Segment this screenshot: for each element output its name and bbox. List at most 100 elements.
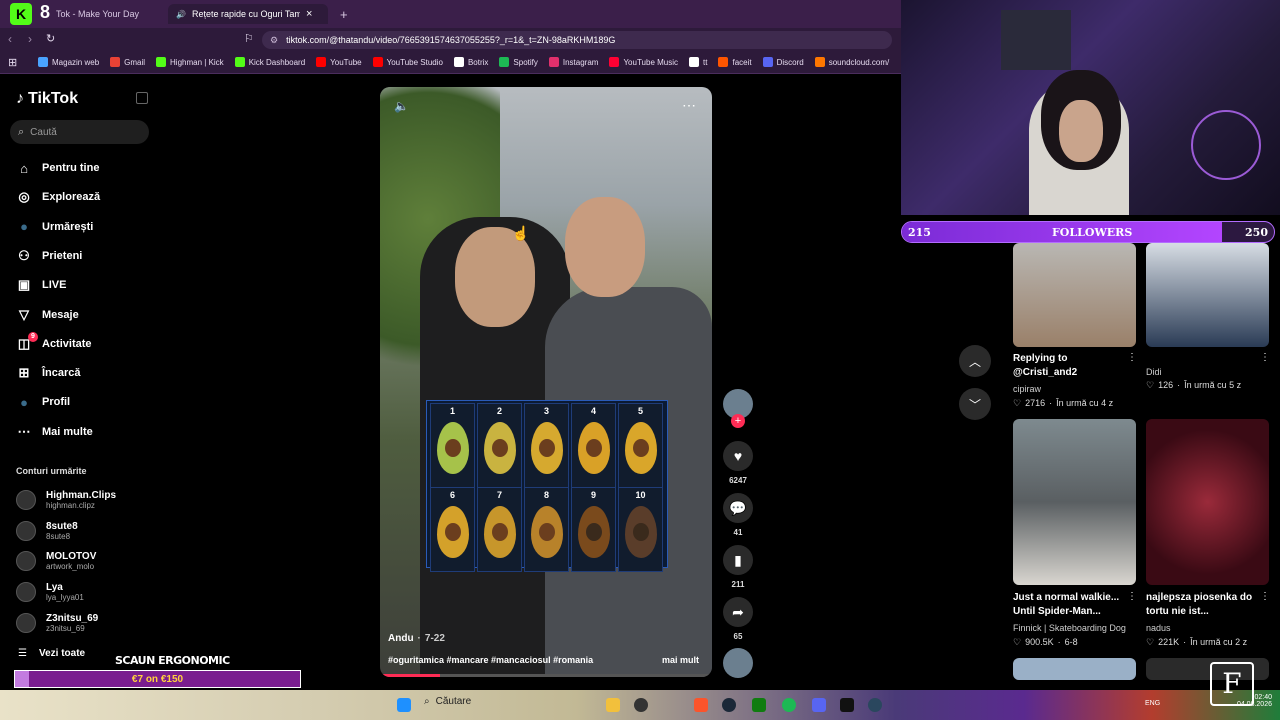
bookmark-item[interactable]: YouTube — [316, 57, 362, 67]
taskbar-search-label: Căutare — [435, 696, 472, 707]
more-options-icon[interactable]: ⋯ — [682, 97, 696, 114]
obs-icon[interactable] — [634, 698, 648, 712]
feed-caption-1[interactable]: Replying to @Cristi_and2 — [1013, 352, 1113, 380]
steam-icon[interactable] — [722, 698, 736, 712]
feed-thumb-5[interactable] — [1013, 658, 1136, 680]
bookmark-item[interactable]: soundcloud.com/ — [814, 57, 889, 67]
tab-tiktok-home[interactable]: Tok - Make Your Day — [48, 4, 168, 24]
sidebar-item-upload[interactable]: ⊞ Încarcă — [16, 365, 81, 381]
bookmark-item[interactable]: Gmail — [110, 57, 145, 67]
sidebar-item-profile[interactable]: ● Profil — [16, 394, 70, 410]
sidebar-item-compass[interactable]: ◎ Explorează — [16, 189, 100, 205]
sidebar-item-live[interactable]: ▣ LIVE — [16, 277, 67, 293]
video-hashtags[interactable]: #oguritamica #mancare #mancaciosul #roma… — [388, 655, 593, 665]
search-input[interactable]: ⌕ Caută — [10, 120, 149, 144]
steam-alt-icon[interactable] — [868, 698, 882, 712]
followed-account[interactable]: 8sute8 8sute8 — [16, 520, 78, 541]
apps-grid-icon[interactable]: ⊞ — [8, 56, 17, 69]
next-video-button[interactable]: ﹀ — [959, 388, 991, 420]
tab-current-video[interactable]: 🔊 Rețete rapide cu Oguri Tamic × — [168, 4, 328, 24]
sidebar-item-messages[interactable]: ▽ Mesaje — [16, 307, 79, 323]
bookmark-label: Instagram — [562, 57, 599, 67]
video-author[interactable]: Andu — [388, 633, 414, 644]
video-player[interactable]: 🔈 ⋯ 1 2 3 4 5 6 7 8 9 10 Andu · 7-22 #oguritamica… — [380, 87, 712, 677]
webcam-overlay — [901, 0, 1280, 215]
avatar — [16, 551, 36, 572]
xbox-icon[interactable] — [752, 698, 766, 712]
video-progress-track[interactable] — [380, 674, 712, 677]
feed-thumb-3[interactable] — [1013, 419, 1136, 585]
webcam-face — [1059, 100, 1103, 162]
reload-icon[interactable]: ↻ — [46, 32, 55, 45]
follow-plus-icon[interactable]: + — [731, 414, 745, 428]
chevron-down-icon: ﹀ — [968, 397, 981, 412]
followed-account[interactable]: Z3nitsu_69 z3nitsu_69 — [16, 612, 98, 633]
sound-avatar[interactable] — [723, 648, 753, 678]
sidebar-item-home[interactable]: ⌂ Pentru tine — [16, 160, 99, 176]
sidebar-item-more[interactable]: ⋯ Mai multe — [16, 424, 93, 440]
bookmark-item[interactable]: Magazin web — [38, 57, 99, 67]
save-button[interactable]: ▮ — [723, 545, 753, 575]
feed-author-1[interactable]: cipiraw — [1013, 384, 1041, 394]
followed-account[interactable]: Highman.Clips highman.clipz — [16, 490, 116, 510]
comment-button[interactable]: 💬 — [723, 493, 753, 523]
volume-icon[interactable]: 🔈 — [394, 99, 409, 113]
windows-start-icon[interactable] — [397, 698, 411, 712]
bookmark-item[interactable]: faceit — [718, 57, 752, 67]
poster-decoration — [1001, 10, 1071, 70]
sidebar-item-friends[interactable]: ⚇ Prieteni — [16, 248, 82, 264]
brave-icon[interactable] — [694, 698, 708, 712]
feed-caption-4[interactable]: najlepsza piosenka do tortu nie ist... — [1146, 591, 1258, 619]
feed-author-3[interactable]: Finnick | Skateboarding Dog — [1013, 623, 1126, 633]
new-tab-button[interactable]: + — [332, 4, 356, 24]
tiktok-logo[interactable]: ♪ TikTok — [16, 90, 78, 108]
bookmark-item[interactable]: YouTube Music — [609, 57, 678, 67]
site-info-icon[interactable]: ⚙ — [270, 35, 278, 46]
collapse-sidebar-icon[interactable] — [136, 92, 148, 104]
feed-more-icon-1[interactable]: ⋮ — [1127, 352, 1137, 363]
spotify-icon[interactable] — [782, 698, 796, 712]
back-icon[interactable]: ‹ — [8, 32, 12, 46]
followed-account[interactable]: Lya lya_lyya01 — [16, 582, 84, 603]
feed-thumb-2[interactable] — [1146, 243, 1269, 347]
heart-outline-icon: ♡ — [1013, 398, 1022, 408]
capcut-icon[interactable] — [840, 698, 854, 712]
see-all-link[interactable]: ☰ Vezi toate — [18, 648, 85, 659]
more-caption-link[interactable]: mai mult — [662, 655, 699, 665]
bookmark-item[interactable]: Highman | Kick — [156, 57, 224, 67]
bookmark-label: Spotify — [513, 57, 538, 67]
feed-thumb-4[interactable] — [1146, 419, 1269, 585]
forward-icon[interactable]: › — [28, 32, 32, 46]
feed-more-icon-2[interactable]: ⋮ — [1260, 352, 1270, 363]
sidebar-item-activity[interactable]: ◫ 9 Activitate — [16, 331, 92, 352]
previous-video-button[interactable]: ︿ — [959, 345, 991, 377]
feed-more-icon-4[interactable]: ⋮ — [1260, 591, 1270, 602]
bookmark-item[interactable]: Kick Dashboard — [234, 57, 305, 67]
feed-author-4[interactable]: nadus — [1146, 623, 1171, 633]
clock[interactable]: 02:40 04.08.2026 — [1226, 694, 1272, 708]
tab-close-icon[interactable]: × — [306, 8, 312, 20]
url-field[interactable]: ⚙ tiktok.com/@thatandu/video/76653915746… — [262, 31, 892, 49]
sidebar-item-following-avatar[interactable]: ● Urmărești — [16, 219, 93, 235]
language-indicator[interactable]: ENG — [1145, 700, 1160, 707]
bookmark-item[interactable]: tt — [689, 57, 707, 67]
followed-account[interactable]: MOLOTOV artwork_molo — [16, 551, 96, 572]
feed-caption-3[interactable]: Just a normal walkie... Until Spider-Man… — [1013, 591, 1123, 619]
bookmark-item[interactable]: Discord — [762, 57, 804, 67]
account-handle: highman.clipz — [46, 501, 95, 510]
sidebar-item-label: Urmărești — [42, 220, 94, 233]
taskbar-search[interactable]: ⌕ Căutare — [424, 696, 471, 707]
feed-more-icon-3[interactable]: ⋮ — [1127, 591, 1137, 602]
bookmark-item[interactable]: Spotify — [499, 57, 538, 67]
share-button[interactable]: ➦ — [723, 597, 753, 627]
like-button[interactable]: ♥ — [723, 441, 753, 471]
bookmark-item[interactable]: Botrix — [453, 57, 488, 67]
bookmark-item[interactable]: YouTube Studio — [372, 57, 443, 67]
feed-thumb-1[interactable] — [1013, 243, 1136, 347]
bookmark-star-icon[interactable]: ⚐ — [244, 32, 254, 45]
discord-icon[interactable] — [812, 698, 826, 712]
file-explorer-icon[interactable] — [606, 698, 620, 712]
feed-author-2[interactable]: Didi — [1146, 367, 1162, 377]
bookmark-item[interactable]: Instagram — [548, 57, 599, 67]
avocado-card: 8 — [524, 487, 569, 572]
